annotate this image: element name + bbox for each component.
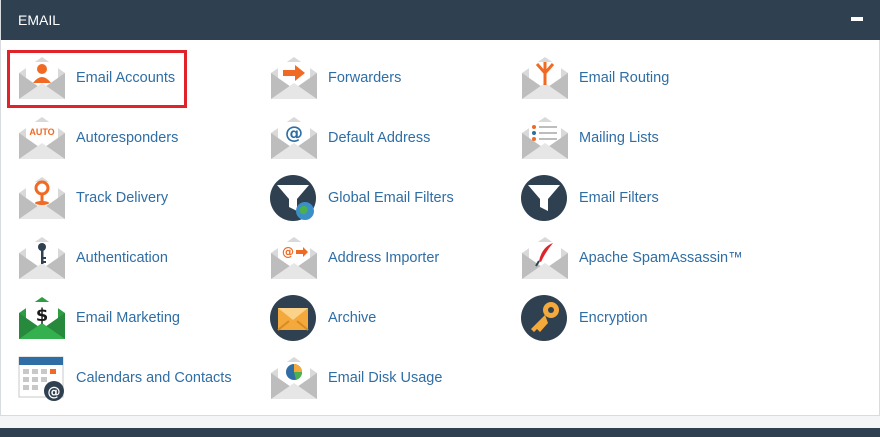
email-panel: EMAIL Email Accounts Forwarders Email Ro… xyxy=(0,0,880,416)
mailing-lists-link[interactable]: Mailing Lists xyxy=(506,112,746,164)
svg-text:$: $ xyxy=(36,305,49,326)
envelope-pie-icon xyxy=(269,353,319,403)
item-label: Apache SpamAssassin™ xyxy=(579,250,743,266)
item-label: Track Delivery xyxy=(76,190,169,206)
item-label: Email Filters xyxy=(579,190,659,206)
item-label: Calendars and Contacts xyxy=(76,370,232,386)
track-delivery-link[interactable]: Track Delivery xyxy=(3,172,243,224)
envelope-auto-icon: AUTO xyxy=(17,113,67,163)
envelope-user-icon xyxy=(17,53,67,103)
next-panel-header xyxy=(0,428,880,437)
item-label: Forwarders xyxy=(328,70,402,86)
archive-link[interactable]: Archive xyxy=(255,292,495,344)
envelope-arrow-icon xyxy=(269,53,319,103)
autoresponders-link[interactable]: AUTO Autoresponders xyxy=(3,112,243,164)
panel-header: EMAIL xyxy=(1,0,880,40)
envelope-dollar-icon: $ xyxy=(17,293,67,343)
svg-text:@: @ xyxy=(285,123,303,144)
default-address-link[interactable]: @ Default Address xyxy=(255,112,495,164)
item-label: Email Disk Usage xyxy=(328,370,443,386)
svg-text:AUTO: AUTO xyxy=(29,127,54,137)
email-accounts-link[interactable]: Email Accounts xyxy=(3,52,243,104)
section-title: EMAIL xyxy=(18,12,61,28)
envelope-list-icon xyxy=(520,113,570,163)
item-label: Archive xyxy=(328,310,377,326)
item-label: Mailing Lists xyxy=(579,130,659,146)
svg-text:@: @ xyxy=(48,385,61,400)
item-label: Email Accounts xyxy=(76,70,176,86)
calendar-at-icon: @ xyxy=(17,353,67,403)
item-label: Global Email Filters xyxy=(328,190,454,206)
encryption-link[interactable]: Encryption xyxy=(506,292,746,344)
envelope-feather-icon xyxy=(520,233,570,283)
email-disk-usage-link[interactable]: Email Disk Usage xyxy=(255,352,495,404)
envelope-routing-icon xyxy=(520,53,570,103)
email-routing-link[interactable]: Email Routing xyxy=(506,52,746,104)
item-label: Autoresponders xyxy=(76,130,179,146)
svg-text:@: @ xyxy=(282,245,294,259)
item-label: Email Marketing xyxy=(76,310,180,326)
envelope-pin-icon xyxy=(17,173,67,223)
item-label: Encryption xyxy=(579,310,648,326)
calendars-contacts-link[interactable]: @ Calendars and Contacts xyxy=(3,352,243,404)
email-marketing-link[interactable]: $ Email Marketing xyxy=(3,292,243,344)
archive-icon xyxy=(269,293,319,343)
spamassassin-link[interactable]: Apache SpamAssassin™ xyxy=(506,232,746,284)
authentication-link[interactable]: Authentication xyxy=(3,232,243,284)
item-label: Email Routing xyxy=(579,70,670,86)
email-filters-link[interactable]: Email Filters xyxy=(506,172,746,224)
item-label: Default Address xyxy=(328,130,431,146)
global-email-filters-link[interactable]: Global Email Filters xyxy=(255,172,495,224)
envelope-key-icon xyxy=(17,233,67,283)
forwarders-link[interactable]: Forwarders xyxy=(255,52,495,104)
funnel-icon xyxy=(520,173,570,223)
address-importer-link[interactable]: @ Address Importer xyxy=(255,232,495,284)
envelope-import-icon: @ xyxy=(269,233,319,283)
funnel-globe-icon xyxy=(269,173,319,223)
encryption-key-icon xyxy=(520,293,570,343)
item-label: Address Importer xyxy=(328,250,440,266)
collapse-button[interactable] xyxy=(851,17,863,21)
item-label: Authentication xyxy=(76,250,168,266)
envelope-at-icon: @ xyxy=(269,113,319,163)
